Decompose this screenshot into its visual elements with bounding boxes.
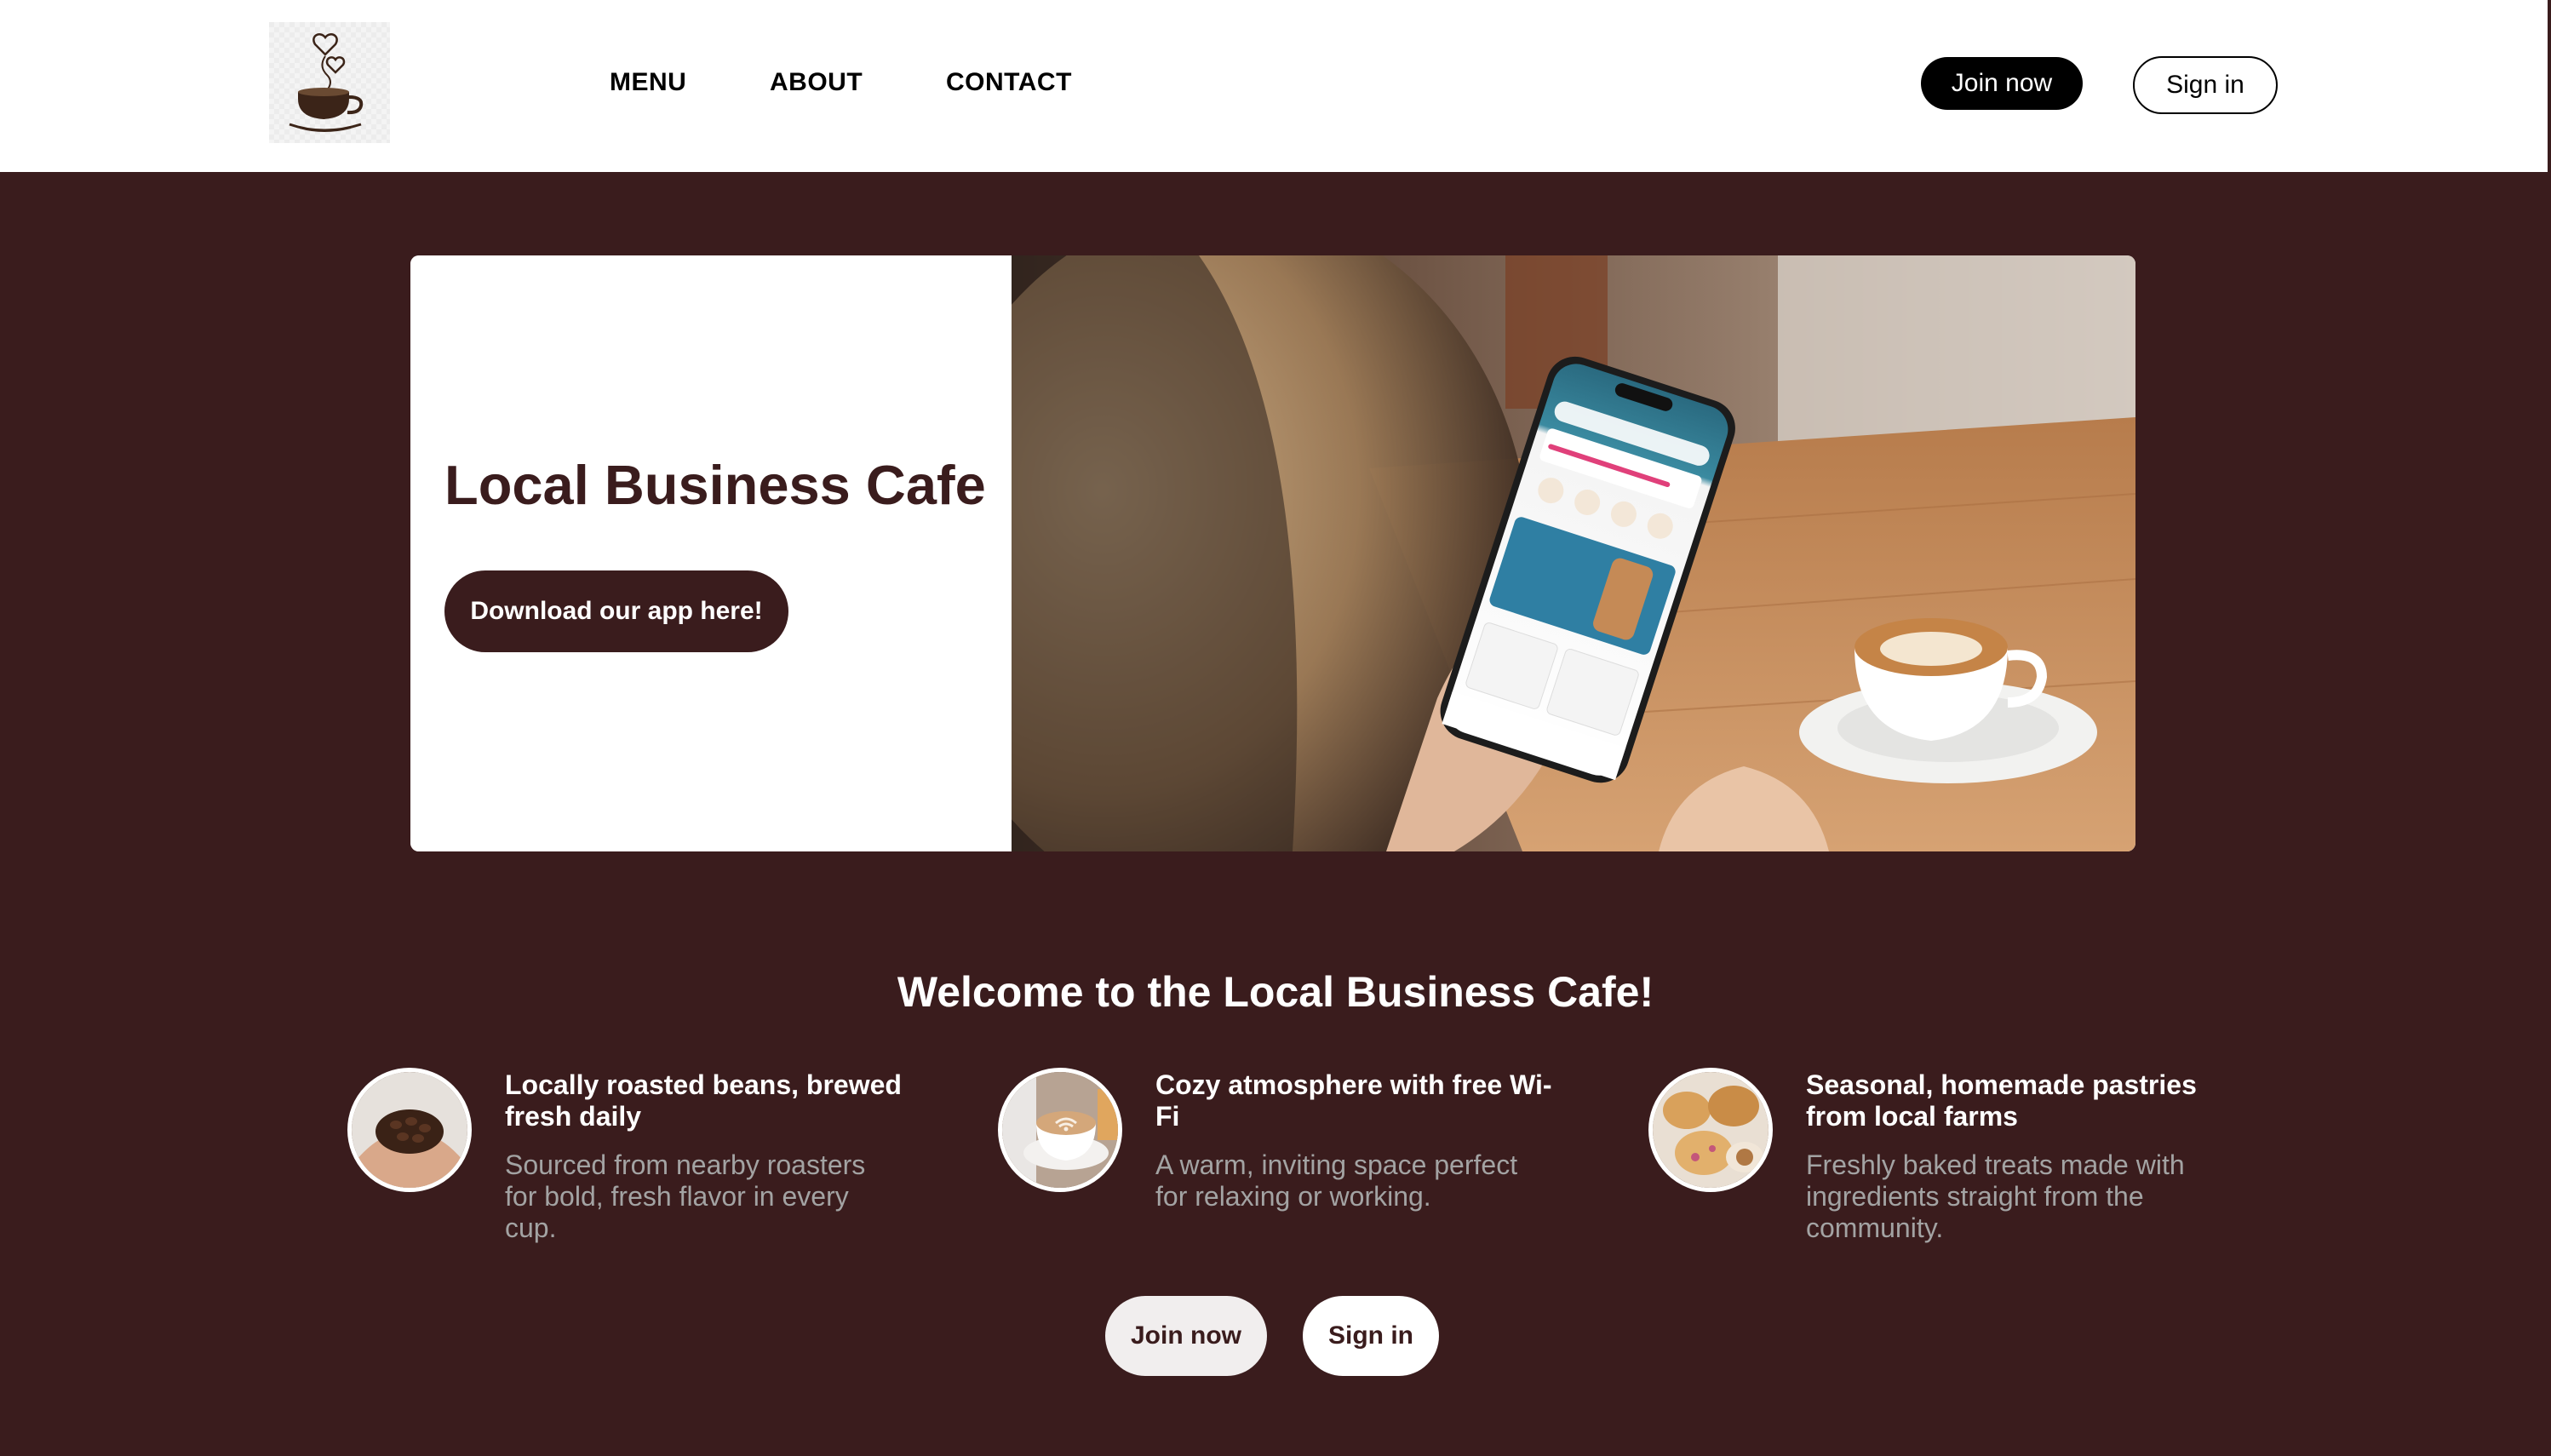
feature-item: Cozy atmosphere with free Wi-Fi A warm, … <box>998 1068 1577 1255</box>
coffee-cup-logo-icon[interactable] <box>269 22 390 143</box>
nav-contact-link[interactable]: CONTACT <box>946 68 1072 97</box>
pastries-icon <box>1648 1068 1773 1192</box>
hero-title: Local Business Cafe <box>444 454 986 516</box>
feature-title: Seasonal, homemade pastries from local f… <box>1806 1069 2197 1132</box>
feature-title: Locally roasted beans, brewed fresh dail… <box>505 1069 902 1132</box>
feature-description: Freshly baked treats made with ingredien… <box>1806 1149 2185 1243</box>
coffee-wifi-icon <box>998 1068 1122 1192</box>
feature-description: Sourced from nearby roasters for bold, f… <box>505 1149 866 1243</box>
feature-description: A warm, inviting space perfect for relax… <box>1155 1149 1518 1212</box>
nav-menu-link[interactable]: MENU <box>610 68 686 97</box>
welcome-heading: Welcome to the Local Business Cafe! <box>897 968 1654 1016</box>
feature-item: Seasonal, homemade pastries from local f… <box>1648 1068 2227 1255</box>
header-sign-in-button[interactable]: Sign in <box>2133 56 2278 114</box>
join-now-button[interactable]: Join now <box>1105 1296 1267 1376</box>
sign-in-button[interactable]: Sign in <box>1303 1296 1439 1376</box>
feature-item: Locally roasted beans, brewed fresh dail… <box>347 1068 926 1255</box>
hero-card: Local Business Cafe Download our app her… <box>410 255 2135 851</box>
header-join-now-button[interactable]: Join now <box>1921 57 2083 110</box>
hero-app-photo <box>1012 255 2135 851</box>
download-app-button[interactable]: Download our app here! <box>444 570 788 652</box>
site-header: MENU ABOUT CONTACT Join now Sign in <box>0 0 2551 172</box>
feature-title: Cozy atmosphere with free Wi-Fi <box>1155 1069 1552 1132</box>
nav-about-link[interactable]: ABOUT <box>770 68 863 97</box>
hero-text-panel: Local Business Cafe Download our app her… <box>410 255 1012 851</box>
coffee-beans-icon <box>347 1068 472 1192</box>
